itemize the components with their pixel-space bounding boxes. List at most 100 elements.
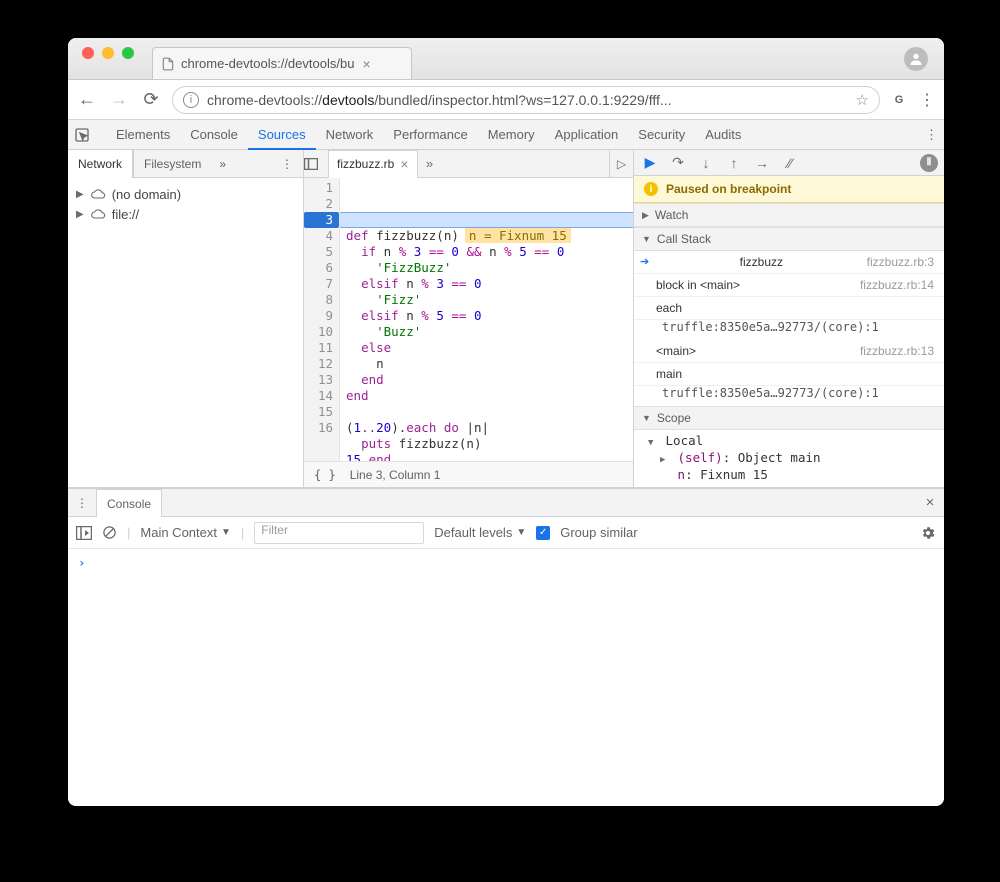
group-similar-label: Group similar [560,525,637,540]
watch-section[interactable]: ▶ Watch [634,203,944,227]
close-window-button[interactable] [82,47,94,59]
tree-item[interactable]: ▶ file:// [76,204,295,224]
bookmark-icon[interactable]: ☆ [856,91,869,109]
code-body[interactable]: def fizzbuzz(n)n = Fixnum 15 if n % 3 ==… [340,178,633,461]
cloud-icon [90,208,106,220]
chevron-down-icon: ▼ [642,413,651,423]
navigator-menu-icon[interactable]: ⋮ [271,157,303,171]
navigator-tab-filesystem[interactable]: Filesystem [133,150,211,178]
chrome-menu-icon[interactable]: ⋮ [918,90,936,110]
tree-label: (no domain) [112,187,181,202]
forward-button[interactable]: → [108,89,130,110]
chevron-right-icon: ▶ [76,189,84,200]
chevron-down-icon: ▼ [642,234,651,244]
extension-icon[interactable]: G [890,91,908,109]
line-gutter[interactable]: 12345678910111213141516 [304,178,340,461]
devtools-tab-performance[interactable]: Performance [383,120,477,150]
close-tab-icon[interactable]: × [360,56,372,72]
tab-title: chrome-devtools://devtools/bu [181,56,354,71]
browser-tab[interactable]: chrome-devtools://devtools/bu × [152,47,412,79]
debugger-toolbar: ▶ ↷ ↓ ↑ → ⁄⁄ Ⅱ [634,150,944,176]
chevron-down-icon: ▼ [221,527,231,538]
file-tab[interactable]: fizzbuzz.rb × [328,150,418,178]
cursor-position: Line 3, Column 1 [350,468,441,482]
devtools-tab-application[interactable]: Application [545,120,629,150]
console-drawer: ⋮ Console × | Main Context ▼ | Filter De… [68,488,944,806]
devtools-tab-sources[interactable]: Sources [248,120,316,150]
sources-panel: Network Filesystem » ⋮ ▶ (no domain) ▶ f… [68,150,944,488]
scope-variable[interactable]: ▶ (self): Object main [648,449,934,466]
zoom-window-button[interactable] [122,47,134,59]
devtools-tabstrip: ElementsConsoleSourcesNetworkPerformance… [68,120,944,150]
callstack-frame[interactable]: main [634,363,944,386]
callstack-frame[interactable]: each [634,297,944,320]
inspect-element-icon[interactable] [74,127,98,143]
chevron-down-icon: ▼ [516,527,526,538]
tree-label: file:// [112,207,139,222]
chevron-down-icon[interactable]: ▼ [648,438,658,448]
code-editor[interactable]: 12345678910111213141516 def fizzbuzz(n)n… [304,178,633,461]
console-settings-icon[interactable] [920,525,936,541]
clear-console-icon[interactable] [102,525,117,540]
devtools-tab-audits[interactable]: Audits [695,120,751,150]
toggle-navigator-icon[interactable] [304,158,328,170]
callstack-frame[interactable]: <main>fizzbuzz.rb:13 [634,340,944,363]
devtools-tab-console[interactable]: Console [180,120,248,150]
close-icon[interactable]: × [400,156,408,172]
navigator-more-icon[interactable]: » [211,157,234,171]
back-button[interactable]: ← [76,89,98,110]
console-toolbar: | Main Context ▼ | Filter Default levels… [68,517,944,549]
group-similar-checkbox[interactable]: ✓ [536,526,550,540]
navigator-tab-network[interactable]: Network [68,150,133,178]
deactivate-breakpoints-icon[interactable]: ⁄⁄ [780,155,800,171]
devtools-menu-icon[interactable]: ⋮ [925,127,938,143]
tree-item[interactable]: ▶ (no domain) [76,184,295,204]
navigator-tree: ▶ (no domain) ▶ file:// [68,178,303,230]
address-bar[interactable]: i chrome-devtools://devtools/bundled/ins… [172,86,880,114]
navigator-tabs: Network Filesystem » ⋮ [68,150,303,178]
show-console-sidebar-icon[interactable] [76,526,92,540]
devtools-tab-memory[interactable]: Memory [478,120,545,150]
chevron-right-icon: ▶ [660,455,670,465]
drawer-menu-icon[interactable]: ⋮ [68,496,96,510]
run-snippet-icon[interactable]: ▷ [609,150,633,178]
chevron-right-icon: ▶ [76,209,84,220]
scope-section[interactable]: ▼ Scope [634,406,944,430]
step-out-icon[interactable]: ↑ [724,155,744,171]
callstack-section[interactable]: ▼ Call Stack [634,227,944,251]
resume-icon[interactable]: ▶ [640,154,660,171]
drawer-tabs: ⋮ Console × [68,489,944,517]
devtools-tab-security[interactable]: Security [628,120,695,150]
editor-column: fizzbuzz.rb × » ▷ 1234567891011121314151… [304,150,634,487]
console-prompt[interactable] [78,555,934,570]
devtools-tab-network[interactable]: Network [316,120,384,150]
editor-statusbar: { } Line 3, Column 1 [304,461,633,487]
info-icon: i [644,182,658,196]
callstack-frame[interactable]: block in <main>fizzbuzz.rb:14 [634,274,944,297]
devtools-tab-elements[interactable]: Elements [106,120,180,150]
callstack-frame[interactable]: ➔fizzbuzzfizzbuzz.rb:3 [634,251,944,274]
pause-indicator-icon[interactable]: Ⅱ [920,154,938,172]
console-body[interactable] [68,549,944,806]
profile-icon[interactable] [904,47,928,71]
callstack-frame-location: truffle:8350e5a…92773/(core):1 [634,320,944,340]
context-selector[interactable]: Main Context ▼ [140,525,231,540]
chevron-right-icon: ▶ [642,210,649,221]
pretty-print-icon[interactable]: { } [314,468,336,482]
step-into-icon[interactable]: ↓ [696,155,716,171]
browser-window: chrome-devtools://devtools/bu × ← → ⟳ i … [68,38,944,806]
drawer-tab-console[interactable]: Console [96,489,162,517]
step-over-icon[interactable]: ↷ [668,154,688,171]
close-drawer-icon[interactable]: × [916,494,944,511]
log-levels-selector[interactable]: Default levels ▼ [434,525,526,540]
console-filter-input[interactable]: Filter [254,522,424,544]
scope-body: ▼ Local ▶ (self): Object main n: Fixnum … [634,430,944,487]
step-icon[interactable]: → [752,155,772,171]
paused-message: Paused on breakpoint [666,182,791,196]
reload-button[interactable]: ⟳ [140,89,162,110]
paused-banner: i Paused on breakpoint [634,176,944,203]
more-tabs-icon[interactable]: » [418,156,442,171]
scope-variable[interactable]: n: Fixnum 15 [648,466,934,483]
site-info-icon[interactable]: i [183,92,199,108]
minimize-window-button[interactable] [102,47,114,59]
